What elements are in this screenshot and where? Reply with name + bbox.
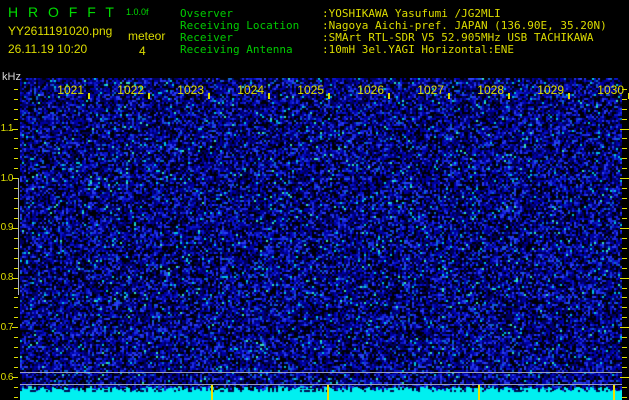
- freq-tick-left: [14, 287, 18, 289]
- freq-tick-right: [622, 307, 627, 309]
- freq-tick-right: [622, 287, 627, 289]
- app-version: 1.0.0f: [126, 7, 149, 17]
- freq-tick-left: [14, 297, 18, 299]
- freq-tick-left: [14, 148, 18, 150]
- freq-tick-left: [14, 108, 18, 110]
- freq-tick-left: [14, 118, 18, 120]
- freq-tick-left: [14, 188, 18, 190]
- freq-tick-right: [622, 118, 627, 120]
- freq-tick-right: [622, 148, 627, 150]
- freq-tick-right: [622, 98, 627, 100]
- mode-label: meteor: [128, 29, 166, 43]
- freq-tick-left: [14, 357, 18, 359]
- freq-tick-right: [622, 158, 627, 160]
- freq-tick-left: [12, 178, 18, 180]
- freq-tick-label: 0.6: [0, 371, 14, 383]
- freq-tick-right: [622, 208, 627, 210]
- freq-tick-label: 0.9: [0, 222, 14, 234]
- meteor-count: 4: [139, 44, 146, 58]
- freq-tick-left: [14, 217, 18, 219]
- freq-tick-right: [622, 267, 627, 269]
- freq-tick-label: 0.7: [0, 321, 14, 333]
- freq-tick-left: [14, 337, 18, 339]
- spectrogram-canvas: [20, 78, 622, 400]
- freq-tick-left: [14, 247, 18, 249]
- antenna-label: Receiving Antenna: [180, 43, 293, 56]
- app-title: H R O F F T: [8, 4, 117, 20]
- freq-tick-left: [12, 377, 18, 378]
- freq-tick-right: [622, 198, 627, 200]
- freq-tick-right: [622, 297, 627, 299]
- observation-datetime: 26.11.19 10:20: [8, 42, 88, 56]
- freq-tick-left: [12, 128, 18, 130]
- freq-tick-right: [622, 168, 627, 170]
- output-filename: YY2611191020.png: [8, 24, 113, 38]
- station-info-row-antenna: Receiving Antenna :10mH 3el.YAGI Horizont…: [180, 44, 607, 56]
- freq-tick-right: [622, 347, 627, 349]
- freq-tick-label: 1.1: [0, 123, 14, 134]
- freq-tick-left: [14, 386, 18, 388]
- freq-tick-left: [12, 277, 18, 279]
- freq-tick-left: [14, 198, 18, 200]
- freq-tick-right: [622, 217, 627, 219]
- freq-tick-right: [622, 386, 627, 388]
- freq-tick-left: [12, 227, 18, 229]
- freq-tick-left: [14, 208, 18, 210]
- freq-tick-right: [622, 357, 627, 359]
- freq-tick-left: [14, 367, 18, 369]
- freq-tick-right: [622, 138, 627, 140]
- antenna-value: :10mH 3el.YAGI Horizontal:ENE: [322, 43, 515, 56]
- freq-tick-right: [622, 247, 627, 249]
- freq-tick-right: [622, 257, 627, 259]
- freq-tick-label: 1.0: [0, 172, 14, 184]
- freq-tick-left: [14, 317, 18, 319]
- freq-tick-right: [622, 188, 627, 190]
- freq-tick-left: [14, 88, 18, 90]
- freq-tick-left: [14, 158, 18, 160]
- freq-tick-right: [622, 108, 627, 110]
- hrofft-screen: H R O F F T 1.0.0f YY2611191020.png mete…: [0, 0, 629, 400]
- freq-tick-label: 0.8: [0, 272, 14, 284]
- freq-tick-left: [12, 327, 18, 329]
- freq-tick-right: [622, 88, 627, 90]
- freq-axis-unit-label: kHz: [2, 71, 21, 83]
- freq-tick-right: [622, 237, 627, 239]
- freq-tick-left: [14, 257, 18, 259]
- freq-tick-left: [14, 396, 18, 398]
- freq-tick-left: [14, 138, 18, 140]
- freq-tick-left: [14, 347, 18, 349]
- freq-tick-left: [14, 237, 18, 239]
- freq-tick-left: [14, 307, 18, 309]
- freq-tick-right: [622, 367, 627, 369]
- calibration-bar: [18, 178, 19, 295]
- freq-tick-left: [14, 168, 18, 170]
- freq-tick-left: [14, 98, 18, 100]
- freq-tick-left: [14, 267, 18, 269]
- freq-tick-right: [622, 317, 627, 319]
- freq-tick-right: [622, 337, 627, 339]
- freq-tick-right: [622, 396, 627, 398]
- station-info-block: Ovserver:YOSHIKAWA Yasufumi /JG2MLI Rece…: [180, 8, 607, 56]
